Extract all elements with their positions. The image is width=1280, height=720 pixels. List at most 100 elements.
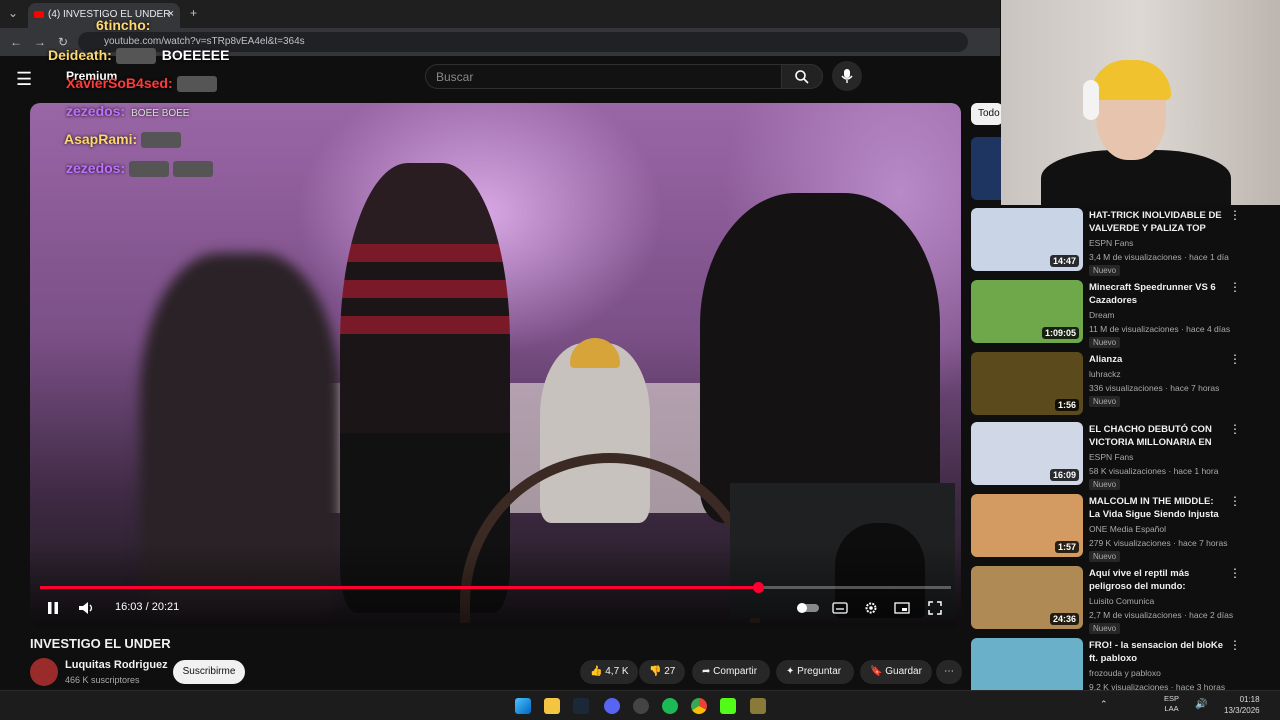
save-button[interactable]: 🔖 Guardar — [860, 660, 932, 684]
forward-icon[interactable]: → — [34, 35, 46, 49]
tab-close-icon[interactable]: × — [168, 8, 174, 20]
recommendation-item[interactable]: 1:56 Alianza luhrackz 336 visualizacione… — [971, 352, 1261, 416]
autoplay-toggle-icon[interactable] — [796, 602, 820, 614]
webcam-person-hat — [1091, 60, 1171, 100]
recommendation-item[interactable]: 14:47 HAT-TRICK INOLVIDABLE DE VALVERDE … — [971, 208, 1261, 276]
steam-icon[interactable] — [573, 698, 589, 714]
chat-message: AsapRami: — [48, 131, 182, 149]
spotify-icon[interactable] — [662, 698, 678, 714]
more-options-icon[interactable]: ⋮ — [1229, 494, 1241, 508]
recommendation-title[interactable]: Alianza — [1089, 353, 1227, 366]
recommendation-title[interactable]: EL CHACHO DEBUTÓ CON VICTORIA MILLONARIA… — [1089, 423, 1227, 449]
recommendation-thumbnail[interactable]: 14:47 — [971, 208, 1083, 271]
recommendation-meta: 336 visualizaciones · hace 7 horas — [1089, 383, 1220, 393]
fullscreen-icon[interactable] — [928, 601, 942, 615]
search-button[interactable] — [781, 64, 823, 89]
dislike-button[interactable]: 👎 27 — [639, 660, 685, 684]
channel-name[interactable]: Luquitas Rodriguez — [65, 659, 168, 671]
recommendation-title[interactable]: Minecraft Speedrunner VS 6 Cazadores — [1089, 281, 1227, 307]
recommendation-thumbnail[interactable]: 16:09 — [971, 422, 1083, 485]
channel-avatar[interactable] — [30, 658, 58, 686]
recommendation-thumbnail[interactable]: 1:57 — [971, 494, 1083, 557]
recommendation-thumbnail[interactable] — [971, 137, 1001, 200]
subtitles-icon[interactable] — [832, 602, 848, 614]
app-icon[interactable] — [633, 698, 649, 714]
recommendation-item[interactable]: 1:57 MALCOLM IN THE MIDDLE: La Vida Sigu… — [971, 494, 1261, 562]
miniplayer-icon[interactable] — [894, 602, 910, 614]
progress-bar[interactable] — [40, 582, 951, 593]
video-duration: 24:36 — [1049, 613, 1079, 625]
recommendation-item[interactable]: FRO! - la sensacion del bloKe ft. pablox… — [971, 638, 1261, 690]
recommendation-title[interactable]: Aquí vive el reptil más peligroso del mu… — [1089, 567, 1227, 593]
recommendation-meta: 2,7 M de visualizaciones · hace 2 días — [1089, 610, 1234, 620]
file-explorer-icon[interactable] — [544, 698, 560, 714]
recommendation-channel[interactable]: frozouda y pabloxo — [1089, 668, 1161, 678]
recommendation-title[interactable]: FRO! - la sensacion del bloKe ft. pablox… — [1089, 639, 1227, 665]
settings-gear-icon[interactable] — [864, 601, 878, 615]
recommendation-channel[interactable]: Dream — [1089, 310, 1115, 320]
streamer-webcam — [1001, 0, 1280, 205]
new-tab-button[interactable]: + — [190, 6, 197, 20]
chat-message: zezedos: BOEE BOEE — [48, 103, 189, 119]
volume-tray-icon[interactable]: 🔊 — [1195, 699, 1207, 710]
more-options-icon[interactable]: ⋮ — [1229, 352, 1241, 366]
chat-username: AsapRami: — [64, 131, 138, 147]
like-button[interactable]: 👍 4,7 K — [580, 660, 638, 684]
recommendation-channel[interactable]: ESPN Fans — [1089, 452, 1133, 462]
app-icon[interactable] — [750, 698, 766, 714]
new-badge: Nuevo — [1089, 396, 1121, 407]
recommendation-item[interactable]: 16:09 EL CHACHO DEBUTÓ CON VICTORIA MILL… — [971, 422, 1261, 490]
chat-text: BOEEEEE — [161, 47, 230, 63]
more-options-icon[interactable]: ⋮ — [1229, 208, 1241, 222]
input-language[interactable]: ESP LAA — [1164, 694, 1179, 714]
chat-emote — [141, 132, 182, 149]
recommendation-thumbnail[interactable] — [971, 638, 1083, 690]
search-input[interactable]: Buscar — [425, 64, 781, 89]
recommendation-channel[interactable]: ONE Media Español — [1089, 524, 1166, 534]
back-icon[interactable]: ← — [10, 35, 22, 49]
recommendation-thumbnail[interactable]: 24:36 — [971, 566, 1083, 629]
recommendation-item[interactable]: 1:09:05 Minecraft Speedrunner VS 6 Cazad… — [971, 280, 1261, 348]
menu-icon[interactable]: ☰ — [16, 69, 32, 90]
video-duration: 1:56 — [1054, 399, 1079, 411]
recommendation-item[interactable]: 24:36 Aquí vive el reptil más peligroso … — [971, 566, 1261, 634]
lang-line1: ESP — [1164, 694, 1180, 703]
more-options-icon[interactable]: ⋮ — [1229, 566, 1241, 580]
recommendation-title[interactable]: HAT-TRICK INOLVIDABLE DE VALVERDE Y PALI… — [1089, 209, 1227, 235]
more-actions-button[interactable]: ⋯ — [936, 660, 962, 684]
time-separator: / — [142, 601, 152, 613]
clock[interactable]: 01:18 13/3/2026 — [1224, 694, 1260, 716]
windows-start-icon[interactable] — [515, 698, 531, 714]
video-player[interactable]: 16:03 / 20:21 — [30, 103, 961, 627]
ask-button[interactable]: ✦ Preguntar — [776, 660, 854, 684]
more-options-icon[interactable]: ⋮ — [1229, 638, 1241, 652]
chrome-icon[interactable] — [691, 698, 707, 714]
more-options-icon[interactable]: ⋮ — [1229, 422, 1241, 436]
share-button[interactable]: ➦ Compartir — [692, 660, 770, 684]
recommendation-thumbnail[interactable]: 1:56 — [971, 352, 1083, 415]
windows-taskbar: ⌃ ESP LAA 🔊 01:18 13/3/2026 — [0, 690, 1280, 720]
webcam-headset — [1083, 80, 1099, 120]
chat-username: zezedos: — [66, 103, 126, 119]
voice-search-button[interactable] — [832, 61, 862, 91]
chat-emote — [129, 161, 170, 178]
pause-icon[interactable] — [46, 601, 60, 615]
discord-icon[interactable] — [604, 698, 620, 714]
progress-scrubber-handle[interactable] — [752, 582, 764, 593]
volume-icon[interactable] — [78, 601, 96, 615]
chat-text: BOEE BOEE — [131, 108, 190, 119]
clock-date: 13/3/2026 — [1224, 706, 1260, 715]
tab-search-icon[interactable]: ⌄ — [8, 6, 18, 20]
recommendation-thumbnail[interactable]: 1:09:05 — [971, 280, 1083, 343]
chip-all[interactable]: Todo — [971, 103, 1003, 125]
tray-chevron-icon[interactable]: ⌃ — [1100, 699, 1108, 710]
recommendation-channel[interactable]: Luisito Comunica — [1089, 596, 1154, 606]
recommendation-channel[interactable]: luhrackz — [1089, 369, 1121, 379]
time-display: 16:03 / 20:21 — [115, 601, 179, 613]
subscribe-button[interactable]: Suscribirme — [173, 660, 245, 684]
share-label: Compartir — [713, 666, 758, 677]
recommendation-channel[interactable]: ESPN Fans — [1089, 238, 1133, 248]
recommendation-title[interactable]: MALCOLM IN THE MIDDLE: La Vida Sigue Sie… — [1089, 495, 1227, 521]
more-options-icon[interactable]: ⋮ — [1229, 280, 1241, 294]
kick-icon[interactable] — [720, 698, 736, 714]
